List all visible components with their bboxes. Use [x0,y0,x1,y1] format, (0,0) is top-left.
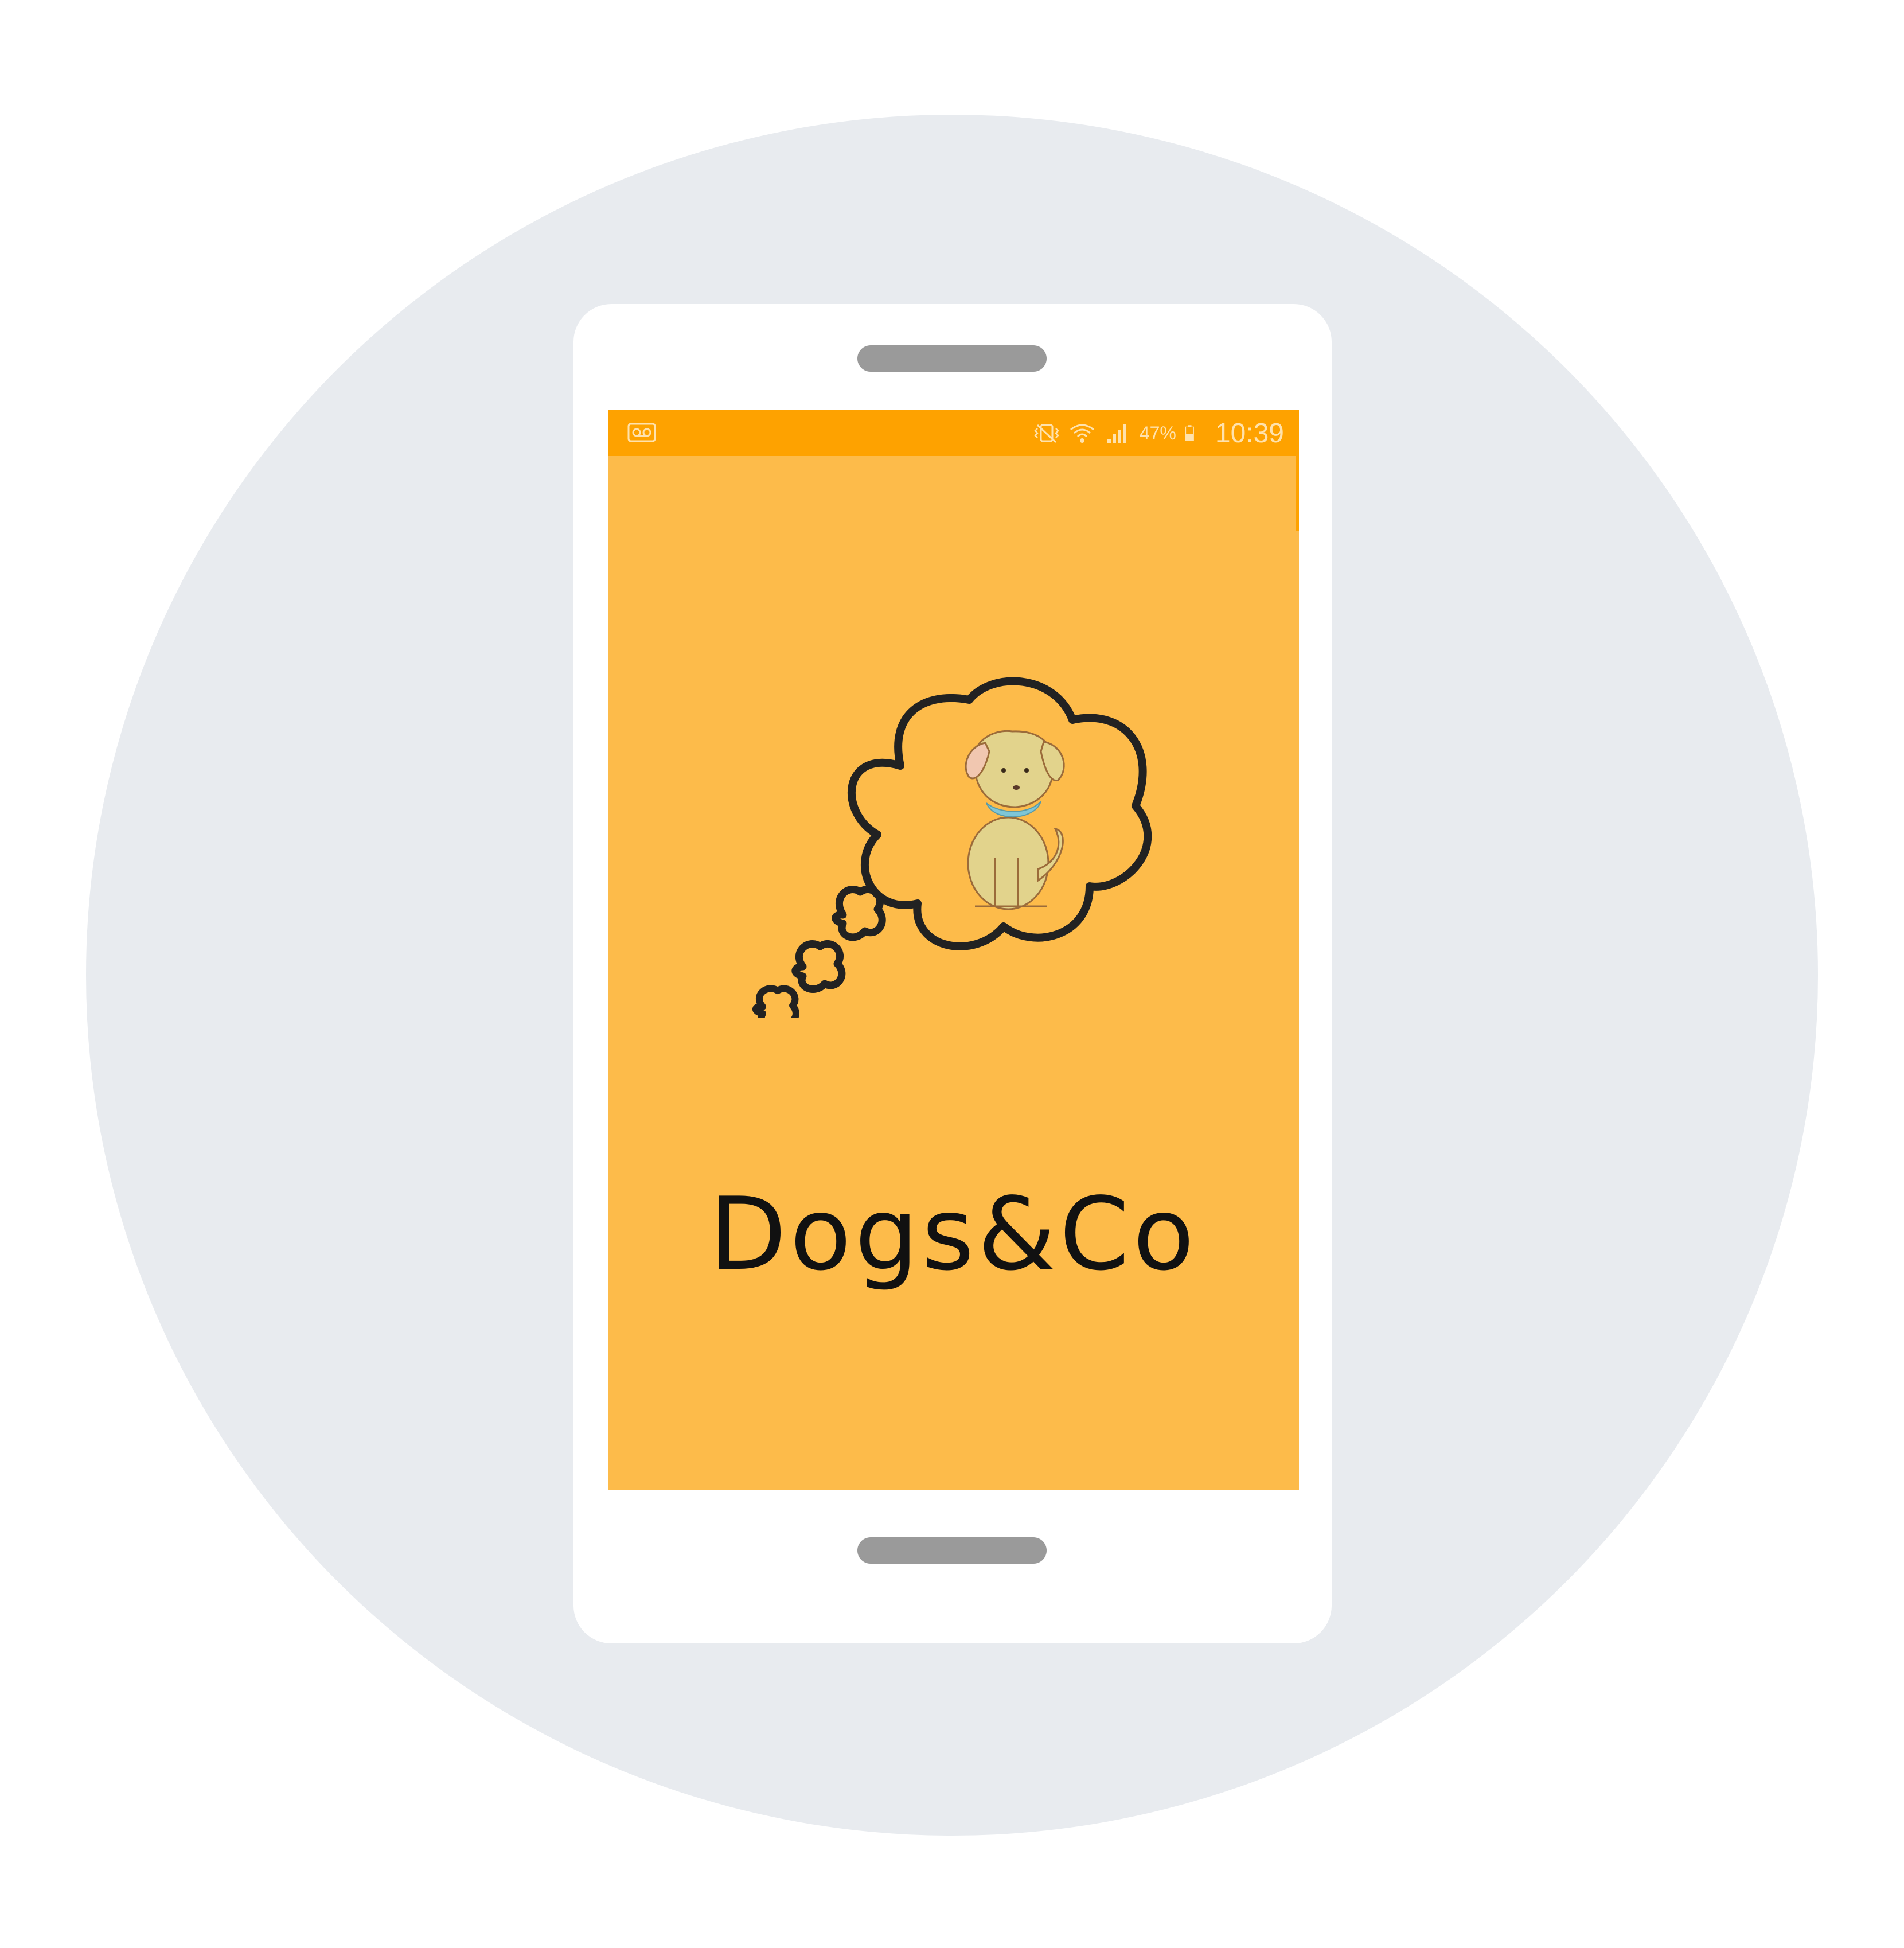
status-bar-edge [1296,456,1299,531]
phone-home-button [857,1537,1047,1564]
status-bar: 47% 10:39 [608,410,1299,456]
thought-puff [832,885,886,941]
phone-speaker [857,345,1047,372]
illustration-stage: 47% 10:39 Dogs&Co [0,0,1904,1948]
voicemail-icon [627,423,656,442]
thought-puff [752,985,799,1018]
status-time: 10:39 [1215,418,1284,449]
thought-puff [791,940,846,993]
signal-icon [1107,424,1126,443]
vibrate-icon [1034,424,1059,443]
splash-screen[interactable]: 47% 10:39 Dogs&Co [608,410,1299,1490]
wifi-icon [1070,424,1094,443]
battery-percent: 47% [1139,422,1176,443]
battery-icon [1185,425,1194,441]
brand-name: Dogs&Co [709,1176,1198,1293]
dog-illustration [965,730,1065,910]
thought-bubble-dog-logo [752,677,1152,1018]
status-icons: 47% 10:39 [1033,410,1284,456]
